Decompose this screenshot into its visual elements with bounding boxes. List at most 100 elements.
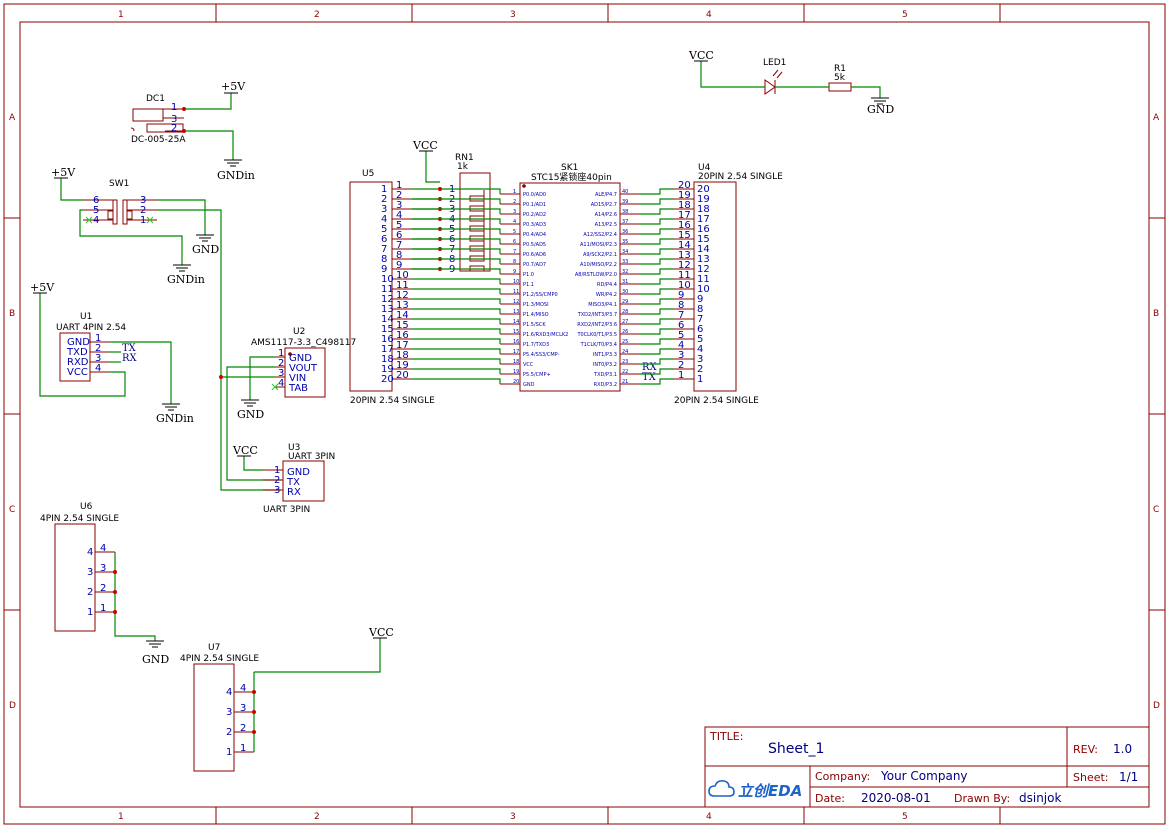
u6-pin-1: 1 — [87, 607, 93, 618]
sk1-right-pin-name-26: T0CLK0/T1/P3.5 — [576, 332, 617, 338]
sk1-left-pin-name-3: P0.2/AD2 — [523, 212, 546, 218]
sk1-left-pin-num-20: 20 — [513, 379, 519, 385]
net-vcc-label-2: VCC — [412, 139, 438, 152]
sk1-right-pin-num-35: 35 — [622, 239, 628, 245]
sk1-left-pin-num-16: 16 — [513, 339, 519, 345]
u2-regulator: U2 AMS1117-3.3_C498117 GND VOUT VIN TAB … — [251, 327, 356, 398]
u4-header-20pin: U4 20PIN 2.54 SINGLE 20PIN 2.54 SINGLE 2… — [674, 163, 783, 406]
net-5v-label-3: +5V — [30, 281, 55, 294]
drawn-by-value: dsinjok — [1019, 791, 1061, 805]
sk1-right-pin-num-36: 36 — [622, 229, 628, 235]
sk1-right-pin-num-23: 23 — [622, 359, 628, 365]
sk1-right-pin-name-31: RD/P4.4 — [597, 282, 617, 288]
u7-pin-3-ext: 3 — [240, 703, 246, 714]
sk1-left-pin-num-2: 2 — [513, 199, 516, 205]
sk1-left-pin-name-19: P5.5/CMP+ — [523, 372, 551, 378]
u7-value: 4PIN 2.54 SINGLE — [180, 654, 259, 664]
sk1-left-pin-num-5: 5 — [513, 229, 516, 235]
u5-header-20pin: U5 20PIN 2.54 SINGLE 1 12 23 34 45 56 67 78 89 91… — [349, 169, 435, 406]
net-5v-label-2: +5V — [51, 166, 76, 179]
sheet-title: Sheet_1 — [768, 741, 824, 757]
sk1-left-pin-name-2: P0.1/AD1 — [523, 202, 546, 208]
u4-pin-num-1: 1 — [678, 370, 684, 381]
row-label-a: A — [9, 113, 16, 123]
u5-pin-num-20: 20 — [396, 370, 409, 381]
u6-pin-2: 2 — [87, 587, 93, 598]
title-block: TITLE: Sheet_1 REV: 1.0 Company: Your Co… — [704, 726, 1150, 808]
sk1-left-pin-num-4: 4 — [513, 219, 516, 225]
col-label-2-bottom: 2 — [314, 812, 320, 822]
row-label-c-right: C — [1153, 505, 1159, 515]
sk1-right-pin-num-25: 25 — [622, 339, 628, 345]
u4-value-bottom: 20PIN 2.54 SINGLE — [674, 396, 759, 406]
net-5v-label-1: +5V — [221, 80, 246, 93]
gnd-symbol-4: GND — [867, 97, 894, 116]
sk1-right-pin-num-30: 30 — [622, 289, 628, 295]
u7-ref: U7 — [208, 643, 220, 653]
sk1-right-pin-name-39: AD15/P2.7 — [591, 202, 617, 208]
power-vcc-rn1: VCC — [412, 139, 438, 152]
sk1-right-pin-num-27: 27 — [622, 319, 628, 325]
dc1-pin-1: 1 — [171, 102, 177, 113]
sk1-right-pin-name-32: A8/RSTLOW/P2.0 — [575, 272, 617, 278]
col-label-4: 4 — [706, 10, 712, 20]
u6-pin-4-ext: 4 — [100, 543, 106, 554]
sk1-right-pin-name-24: INT1/P3.3 — [593, 352, 617, 358]
sk1-right-pin-num-34: 34 — [622, 249, 628, 255]
gnd-symbol-3: GND — [142, 640, 169, 666]
u5-pin-label-20: 20 — [381, 374, 394, 385]
sk1-left-pin-name-6: P0.5/AD5 — [523, 242, 546, 248]
dc1-ref: DC1 — [146, 94, 165, 104]
sk1-right-pin-name-33: A10/MISO/P2.2 — [580, 262, 617, 268]
sk1-right-pin-name-29: MISO3/P4.1 — [588, 302, 617, 308]
rev-label: REV: — [1073, 743, 1098, 756]
row-label-b-right: B — [1153, 309, 1159, 319]
u3-pin-rx: RX — [287, 487, 301, 498]
col-label-1: 1 — [118, 10, 124, 20]
u7-pin-3: 3 — [226, 707, 232, 718]
sk1-value: STC15紧锁座40pin — [531, 171, 612, 183]
sw1-switch: SW1 6 5 4 3 2 1 — [83, 179, 157, 226]
sheet-number: 1/1 — [1119, 770, 1138, 784]
gndin-symbol-3: GNDin — [156, 403, 194, 425]
dc1-jack: DC1 DC-005-25A 1 3 2 — [130, 94, 186, 145]
sk1-left-pin-name-13: P1.4/MISO — [523, 312, 549, 318]
sk1-right-pin-num-37: 37 — [622, 219, 628, 225]
gndin-symbol-2: GNDin — [167, 264, 205, 286]
power-vcc-led: VCC — [688, 49, 714, 62]
u2-value: AMS1117-3.3_C498117 — [251, 338, 356, 348]
drawn-by-label: Drawn By: — [954, 792, 1010, 805]
sk1-right-pin-name-27: RXD2/INT2/P3.6 — [577, 322, 617, 328]
net-gnd-label-2: GND — [237, 408, 264, 421]
sk1-left-pin-name-1: P0.0/AD0 — [523, 192, 546, 198]
net-vcc-label-3: VCC — [368, 626, 394, 639]
sk1-left-pin-num-19: 19 — [513, 369, 519, 375]
u2-ref: U2 — [293, 327, 305, 337]
u2-pin-tab: TAB — [288, 383, 308, 394]
u3-pin-3: 3 — [274, 485, 280, 496]
sk1-left-pin-name-9: P1.0 — [523, 272, 534, 278]
sw1-ref: SW1 — [109, 179, 129, 189]
u4-value: 20PIN 2.54 SINGLE — [698, 172, 783, 182]
col-label-2: 2 — [314, 10, 320, 20]
u6-pin-3-ext: 3 — [100, 563, 106, 574]
u7-pin-2: 2 — [226, 727, 232, 738]
u2-pin-4: 4 — [278, 378, 284, 389]
gnd-symbol-1: GND — [192, 234, 219, 256]
dc1-pin-2: 2 — [171, 123, 177, 134]
col-label-3: 3 — [510, 10, 516, 20]
sk1-left-pin-name-15: P1.6/RXD3/MCLK2 — [523, 332, 568, 338]
sk1-right-pin-name-22: TXD/P3.1 — [593, 372, 617, 378]
u1-net-rx: RX — [122, 353, 138, 364]
gndin-symbol-1: GNDin — [217, 159, 255, 182]
power-vcc-u7: VCC — [368, 626, 394, 639]
sw1-pin-4: 4 — [93, 215, 99, 226]
sk1-right-pin-name-23: INT0/P3.2 — [593, 362, 617, 368]
u3-value-bottom: UART 3PIN — [263, 505, 310, 515]
gnd-symbol-2: GND — [237, 399, 264, 421]
logo-text: 立创EDA — [738, 782, 802, 800]
sk1-left-pin-num-10: 10 — [513, 279, 519, 285]
led1-ref: LED1 — [763, 58, 786, 68]
title-label: TITLE: — [709, 730, 743, 743]
u1-pin-4: 4 — [95, 363, 101, 374]
